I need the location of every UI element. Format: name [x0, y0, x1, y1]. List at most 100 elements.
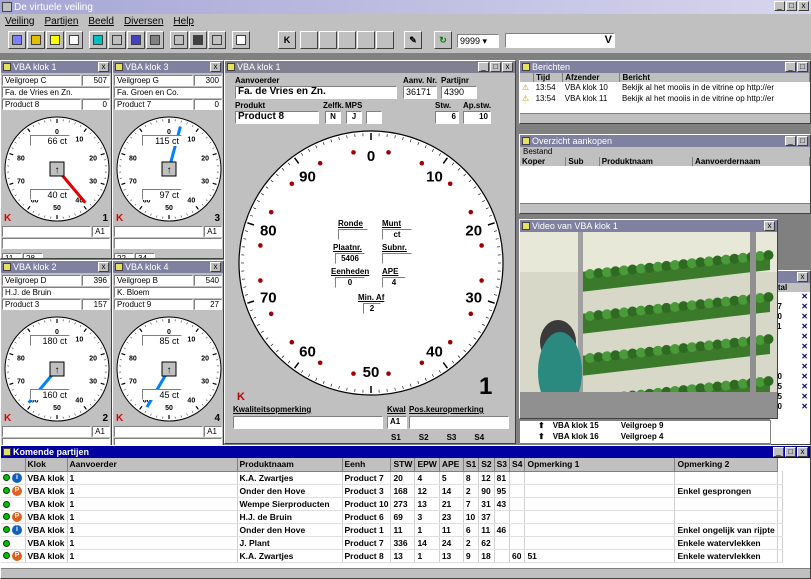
- table-row[interactable]: VBA klok 1 Wempe Sierproducten Product 10 27…: [1, 497, 783, 511]
- close-button[interactable]: x: [98, 62, 109, 72]
- horizontal-scrollbar[interactable]: [1, 568, 810, 578]
- group-field[interactable]: Veilgroep D: [2, 275, 82, 286]
- folder-button[interactable]: [27, 31, 45, 49]
- pen-button[interactable]: ✎: [404, 31, 422, 49]
- menu-item-2[interactable]: Beeld: [88, 16, 114, 27]
- horizontal-scrollbar[interactable]: [520, 203, 810, 213]
- table-row[interactable]: VBA klok 1 J. Plant Product 7 336 14 24 2 62 Enke…: [1, 536, 783, 550]
- column-header[interactable]: Aanvoerdernaam: [692, 157, 810, 166]
- product-num-field[interactable]: 27: [194, 299, 222, 310]
- product-num-field[interactable]: 0: [194, 99, 222, 110]
- refresh-button[interactable]: ↻: [434, 31, 452, 49]
- horizontal-scrollbar[interactable]: [520, 113, 810, 123]
- up-arrow-icon[interactable]: ↑: [55, 165, 60, 176]
- supplier-field[interactable]: H.J. de Bruin: [2, 287, 110, 298]
- menu-item-4[interactable]: Help: [173, 16, 194, 27]
- subnr-field[interactable]: [382, 253, 412, 264]
- up-arrow-icon[interactable]: ↑: [55, 365, 60, 376]
- group-num-field[interactable]: 540: [194, 275, 222, 286]
- table-row[interactable]: i VBA klok 1 K.A. Zwartjes Product 7 20 4 5 8 12 8…: [1, 471, 783, 485]
- up-arrow-icon[interactable]: ↑: [167, 165, 172, 176]
- maximize-button[interactable]: □: [785, 447, 796, 457]
- close-button[interactable]: x: [797, 447, 808, 457]
- a-field[interactable]: A1: [92, 226, 110, 237]
- group-field[interactable]: Veilgroep G: [114, 75, 194, 86]
- note2-field[interactable]: [114, 238, 222, 249]
- close-x-icon[interactable]: ✕: [801, 372, 808, 382]
- close-x-icon[interactable]: ✕: [801, 402, 808, 412]
- menu-item-3[interactable]: Diversen: [124, 16, 163, 27]
- note-field[interactable]: [2, 226, 92, 237]
- blank-button-0[interactable]: [300, 31, 318, 49]
- minaf-field[interactable]: 2: [363, 303, 381, 314]
- close-x-icon[interactable]: ✕: [801, 332, 808, 342]
- group-field[interactable]: Veilgroep B: [114, 275, 194, 286]
- blank-button-1[interactable]: [319, 31, 337, 49]
- maximize-button[interactable]: □: [797, 136, 808, 146]
- supplier-field[interactable]: Fa. de Vries en Zn.: [235, 86, 397, 99]
- group-num-field[interactable]: 396: [82, 275, 110, 286]
- maximize-button[interactable]: □: [797, 62, 808, 72]
- column-header[interactable]: [1, 458, 26, 472]
- group-field[interactable]: Veilgroep C: [2, 75, 82, 86]
- column-header[interactable]: Tijd: [533, 73, 564, 82]
- blank-button-4[interactable]: [376, 31, 394, 49]
- table-row[interactable]: P VBA klok 1 Onder den Hove Product 3 168 12 14…: [1, 484, 783, 498]
- field-2[interactable]: 28: [23, 253, 43, 258]
- minimize-button[interactable]: _: [478, 62, 489, 72]
- page-button[interactable]: [65, 31, 83, 49]
- close-x-icon[interactable]: ✕: [801, 392, 808, 402]
- column-header[interactable]: S2: [478, 458, 495, 472]
- product-num-field[interactable]: 157: [82, 299, 110, 310]
- product-field[interactable]: Product 7: [114, 99, 194, 110]
- close-x-icon[interactable]: ✕: [801, 312, 808, 322]
- note-field[interactable]: [2, 426, 92, 437]
- column-header[interactable]: STW: [390, 458, 416, 472]
- column-header[interactable]: Klok: [25, 458, 68, 472]
- field-1[interactable]: 22: [114, 253, 134, 258]
- diamond-button[interactable]: [208, 31, 226, 49]
- maximize-button[interactable]: □: [490, 62, 501, 72]
- close-x-icon[interactable]: ✕: [801, 342, 808, 352]
- mps-field[interactable]: J: [346, 111, 362, 124]
- column-header[interactable]: Afzender: [562, 73, 621, 82]
- monitor-button[interactable]: [127, 31, 145, 49]
- column-header[interactable]: [520, 73, 535, 82]
- supplier-field[interactable]: Fa. de Vries en Zn.: [2, 87, 110, 98]
- blank-button-2[interactable]: [338, 31, 356, 49]
- close-x-icon[interactable]: ✕: [801, 382, 808, 392]
- zelfk-field[interactable]: N: [325, 111, 341, 124]
- close-button[interactable]: x: [210, 262, 221, 272]
- close-button[interactable]: x: [798, 1, 809, 11]
- minimize-button[interactable]: _: [785, 62, 796, 72]
- volume-slider[interactable]: V: [505, 33, 615, 48]
- kwaliteit-field[interactable]: [233, 416, 383, 429]
- column-header[interactable]: EPW: [414, 458, 440, 472]
- column-header[interactable]: APE: [439, 458, 464, 472]
- clock-select[interactable]: 9999 ▾: [457, 34, 499, 48]
- ape-field[interactable]: 4: [382, 277, 406, 288]
- table-row[interactable]: P VBA klok 1 H.J. de Bruin Product 6 69 3 23 10 3…: [1, 510, 783, 524]
- blank-button-3[interactable]: [357, 31, 375, 49]
- note2-field[interactable]: [2, 238, 110, 249]
- column-header[interactable]: Produktnaam: [599, 157, 694, 166]
- close-x-icon[interactable]: ✕: [801, 292, 808, 302]
- supplier-field[interactable]: Fa. Groen en Co.: [114, 87, 222, 98]
- k-button[interactable]: K: [278, 31, 296, 49]
- column-header[interactable]: Sub: [565, 157, 600, 166]
- minimize-button[interactable]: _: [785, 136, 796, 146]
- column-header[interactable]: Bericht: [619, 73, 810, 82]
- note-field[interactable]: [114, 426, 204, 437]
- supplier-field[interactable]: K. Bloem: [114, 287, 222, 298]
- a-field[interactable]: A1: [204, 226, 222, 237]
- close-button[interactable]: x: [502, 62, 513, 72]
- menu-item-1[interactable]: Partijen: [44, 16, 78, 27]
- close-x-icon[interactable]: ✕: [801, 362, 808, 372]
- ronde-field[interactable]: [338, 229, 368, 240]
- table-button[interactable]: [146, 31, 164, 49]
- column-header[interactable]: Aanvoerder: [67, 458, 238, 472]
- apstw-field[interactable]: 10: [463, 111, 491, 124]
- extra-field[interactable]: [366, 111, 382, 124]
- partij-field[interactable]: 4390: [441, 86, 477, 99]
- field-2[interactable]: 34: [135, 253, 155, 258]
